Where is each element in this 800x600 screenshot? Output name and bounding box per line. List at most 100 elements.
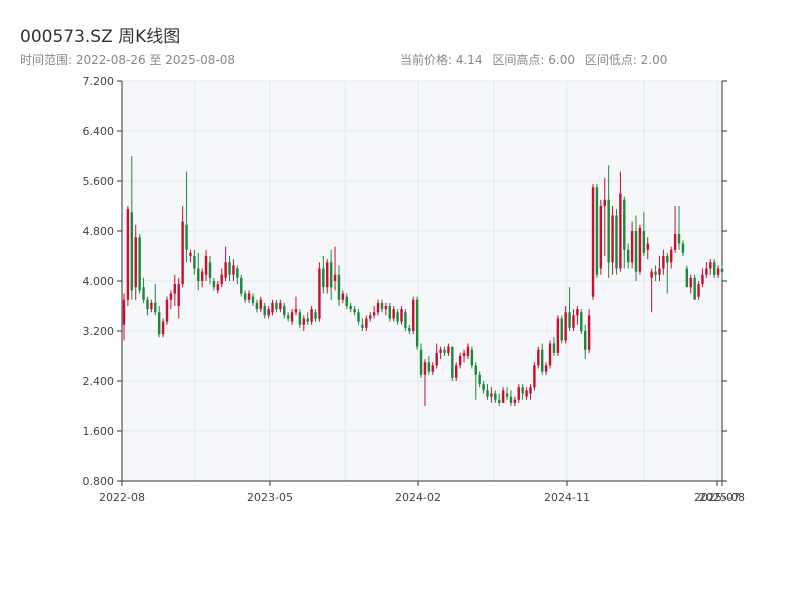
candle-body bbox=[626, 249, 630, 263]
candle-body bbox=[408, 327, 411, 331]
candle-body bbox=[404, 312, 407, 328]
candle-body bbox=[220, 274, 223, 285]
candle-body bbox=[705, 268, 708, 275]
candle-body bbox=[619, 193, 622, 269]
candle-body bbox=[193, 256, 196, 269]
candle-body bbox=[693, 277, 696, 300]
candle-body bbox=[185, 224, 188, 250]
candle-body bbox=[314, 312, 317, 319]
y-tick-label: 4.800 bbox=[83, 225, 115, 238]
candle-body bbox=[509, 396, 513, 403]
y-tick-label: 2.400 bbox=[83, 375, 115, 388]
candle-body bbox=[126, 209, 130, 300]
candle-body bbox=[697, 284, 700, 297]
candle-body bbox=[576, 309, 579, 316]
candle-body bbox=[642, 231, 646, 253]
candle-body bbox=[720, 268, 724, 273]
candle-body bbox=[455, 365, 458, 378]
candle-body bbox=[189, 252, 192, 256]
candle-body bbox=[173, 284, 177, 294]
candle-body bbox=[599, 206, 603, 269]
candle-body bbox=[623, 199, 626, 250]
candle-body bbox=[380, 302, 384, 310]
candle-body bbox=[466, 346, 470, 356]
candle-body bbox=[712, 262, 716, 275]
candle-body bbox=[580, 312, 583, 331]
candle-body bbox=[322, 268, 325, 288]
candle-body bbox=[552, 343, 556, 353]
candle-body bbox=[572, 315, 575, 328]
candle-body bbox=[423, 362, 427, 375]
candle-body bbox=[396, 312, 399, 322]
candle-body bbox=[200, 271, 204, 281]
candle-body bbox=[662, 256, 665, 269]
candle-body bbox=[615, 215, 618, 269]
candle-body bbox=[544, 365, 548, 372]
candle-body bbox=[372, 312, 376, 316]
candle-body bbox=[646, 243, 649, 250]
candle-body bbox=[345, 296, 348, 306]
candle-body bbox=[369, 315, 372, 319]
candle-body bbox=[310, 309, 313, 322]
candle-body bbox=[376, 302, 380, 313]
x-tick-label: 2023-05 bbox=[247, 491, 293, 504]
candle-body bbox=[243, 293, 247, 300]
candle-body bbox=[494, 393, 497, 400]
candle-body bbox=[275, 302, 278, 310]
candle-body bbox=[681, 243, 685, 253]
candle-body bbox=[341, 293, 345, 300]
candle-body bbox=[595, 187, 599, 275]
candle-body bbox=[302, 318, 306, 325]
candle-body bbox=[161, 321, 165, 335]
candle-body bbox=[329, 262, 333, 288]
candle-body bbox=[673, 234, 677, 250]
candle-body bbox=[181, 221, 184, 285]
candle-body bbox=[216, 284, 220, 291]
candle-body bbox=[462, 352, 466, 356]
candle-body bbox=[361, 324, 364, 328]
candle-body bbox=[134, 237, 137, 288]
candle-body bbox=[228, 262, 231, 275]
y-tick-label: 4.000 bbox=[83, 275, 115, 288]
y-tick-label: 1.600 bbox=[83, 425, 115, 438]
candle-body bbox=[533, 365, 536, 388]
candle-body bbox=[150, 302, 153, 310]
candle-body bbox=[498, 399, 501, 403]
candle-body bbox=[607, 199, 610, 263]
candle-body bbox=[357, 312, 360, 322]
candle-body bbox=[650, 271, 653, 278]
candle-body bbox=[591, 187, 595, 297]
candle-body bbox=[540, 349, 544, 372]
candle-body bbox=[529, 387, 532, 394]
candle-body bbox=[451, 346, 454, 378]
candle-body bbox=[568, 312, 571, 328]
candle-body bbox=[669, 249, 673, 263]
candle-body bbox=[560, 318, 563, 341]
candlestick-chart: 0.800 1.600 2.400 3.200 4.000 4.800 5.600 6.400… bbox=[83, 75, 745, 504]
candle-body bbox=[251, 296, 255, 303]
candle-body bbox=[197, 268, 200, 281]
candle-body bbox=[283, 306, 286, 316]
candle-body bbox=[587, 315, 591, 350]
candle-body bbox=[458, 356, 462, 366]
x-tick-label: 2025-08 bbox=[699, 491, 745, 504]
candle-body bbox=[318, 268, 321, 319]
candle-body bbox=[435, 352, 438, 366]
candle-body bbox=[208, 262, 212, 278]
candle-body bbox=[517, 387, 520, 400]
x-tick-label: 2024-02 bbox=[395, 491, 441, 504]
candle-body bbox=[400, 309, 403, 322]
candle-body bbox=[232, 265, 235, 275]
candle-body bbox=[333, 274, 337, 281]
candle-body bbox=[419, 349, 423, 375]
candle-body bbox=[556, 318, 560, 353]
candle-body bbox=[224, 262, 227, 278]
candle-body bbox=[666, 256, 669, 263]
candle-body bbox=[521, 387, 524, 394]
candle-body bbox=[259, 299, 263, 310]
candle-body bbox=[337, 274, 341, 300]
candle-body bbox=[443, 349, 446, 353]
candle-body bbox=[204, 256, 208, 275]
candle-body bbox=[630, 231, 634, 263]
candle-body bbox=[490, 393, 493, 397]
